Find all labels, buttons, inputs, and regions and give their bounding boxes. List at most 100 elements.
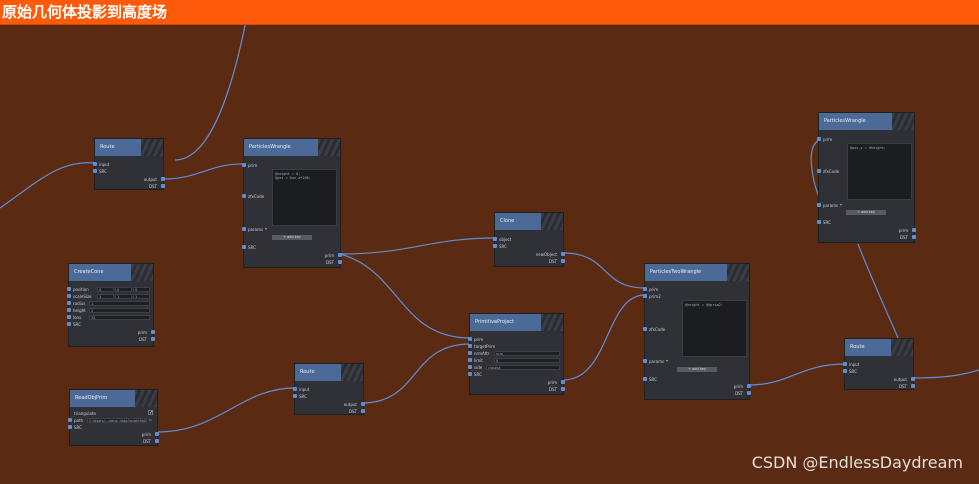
output-port[interactable] [912, 228, 916, 232]
input-port[interactable] [242, 194, 246, 198]
node-route-3[interactable]: Route input SRC output DST [843, 338, 915, 390]
input-port[interactable] [643, 294, 647, 298]
input-port[interactable] [643, 359, 647, 363]
input-port[interactable] [67, 301, 71, 305]
output-port[interactable] [151, 337, 155, 341]
triangulate-checkbox[interactable]: ✓ [148, 410, 153, 416]
position-y-field[interactable]: 0 [115, 287, 132, 292]
node-particles-wrangle-2[interactable]: ParticlesWrangle prim @pos.y = @height; … [817, 112, 916, 243]
add-key-button[interactable]: + add key [272, 235, 312, 240]
output-port[interactable] [338, 253, 342, 257]
input-port[interactable] [643, 377, 647, 381]
side-select[interactable]: closest [486, 365, 560, 370]
folder-icon[interactable]: ▫ [149, 417, 152, 422]
input-port[interactable] [293, 394, 297, 398]
input-port[interactable] [242, 227, 246, 231]
node-header[interactable]: Route [295, 364, 363, 381]
input-port[interactable] [468, 337, 472, 341]
input-port[interactable] [468, 372, 472, 376]
output-port[interactable] [155, 439, 159, 443]
output-port[interactable] [155, 432, 159, 436]
position-z-field[interactable]: 0 [133, 287, 150, 292]
node-create-cone[interactable]: CreateCone position 0 0 0 scaleSize 1 1 … [67, 263, 155, 347]
node-route-2[interactable]: Route input SRC output DST [293, 363, 365, 415]
node-header[interactable]: ReadObjPrim [70, 390, 157, 407]
node-header[interactable]: ParticlesWrangle [819, 113, 914, 130]
zfx-code-editor[interactable]: @pos.y = @height; [847, 143, 912, 200]
output-port[interactable] [561, 387, 565, 391]
input-port[interactable] [93, 169, 97, 173]
node-primitive-project[interactable]: PrimitiveProject prim targetPrim nrmAttr… [468, 313, 565, 395]
input-port[interactable] [817, 169, 821, 173]
output-port[interactable] [912, 235, 916, 239]
node-route-1[interactable]: Route input SRC output DST [93, 138, 165, 190]
node-header[interactable]: CreateCone [69, 264, 153, 281]
node-graph-canvas[interactable]: Route input SRC output DST ParticlesWran… [0, 0, 979, 484]
output-port[interactable] [161, 184, 165, 188]
input-port[interactable] [843, 369, 847, 373]
input-port[interactable] [817, 203, 821, 207]
output-port[interactable] [747, 384, 751, 388]
node-header[interactable]: Route [845, 339, 913, 356]
position-x-field[interactable]: 0 [97, 287, 114, 292]
node-header[interactable]: PrimitiveProject [470, 314, 563, 331]
path-field[interactable]: C:/Users/.../zeno_data/heightfield.obj [87, 418, 147, 423]
output-port[interactable] [361, 409, 365, 413]
input-port[interactable] [242, 163, 246, 167]
input-port[interactable] [93, 162, 97, 166]
output-port[interactable] [361, 402, 365, 406]
scale-x-field[interactable]: 1 [97, 294, 114, 299]
node-header[interactable]: Route [95, 139, 163, 156]
node-particles-wrangle-1[interactable]: ParticlesWrangle prim @height = 0; @pos … [242, 138, 342, 268]
scale-z-field[interactable]: 1 [133, 294, 150, 299]
output-port[interactable] [561, 380, 565, 384]
input-port[interactable] [817, 220, 821, 224]
input-port[interactable] [67, 315, 71, 319]
params-dropdown[interactable]: ▾ [666, 358, 668, 363]
params-dropdown[interactable]: ▾ [265, 226, 267, 231]
nrm-attr-field[interactable]: nrm [494, 351, 560, 356]
input-port[interactable] [242, 245, 246, 249]
add-key-button[interactable]: + add key [846, 210, 886, 215]
node-header[interactable]: ParticlesTwoWrangle [645, 264, 749, 281]
scale-y-field[interactable]: 1 [115, 294, 132, 299]
output-port[interactable] [161, 177, 165, 181]
output-port[interactable] [911, 377, 915, 381]
zfx-code-editor[interactable]: @height = @@prim2; [682, 300, 747, 357]
output-port[interactable] [911, 384, 915, 388]
output-port[interactable] [561, 259, 565, 263]
input-port[interactable] [293, 387, 297, 391]
node-header[interactable]: ParticlesWrangle [244, 139, 340, 156]
input-port[interactable] [493, 237, 497, 241]
input-port[interactable] [468, 351, 472, 355]
add-key-button[interactable]: + add key [677, 367, 717, 372]
input-port[interactable] [643, 287, 647, 291]
params-dropdown[interactable]: ▾ [840, 202, 842, 207]
input-port[interactable] [468, 365, 472, 369]
input-port[interactable] [67, 308, 71, 312]
input-port[interactable] [643, 327, 647, 331]
input-port[interactable] [67, 322, 71, 326]
input-port[interactable] [468, 344, 472, 348]
node-header[interactable]: Clone [495, 213, 563, 230]
node-particles-two-wrangle[interactable]: ParticlesTwoWrangle prim prim2 @height =… [643, 263, 751, 400]
output-port[interactable] [151, 330, 155, 334]
zfx-code-editor[interactable]: @height = 0; @pos = @uv.x*100; [272, 169, 337, 226]
output-port[interactable] [561, 252, 565, 256]
input-port[interactable] [493, 244, 497, 248]
input-port[interactable] [843, 362, 847, 366]
input-port[interactable] [817, 137, 821, 141]
input-port[interactable] [67, 287, 71, 291]
limit-field[interactable]: 0 [494, 358, 560, 363]
input-port[interactable] [468, 358, 472, 362]
output-port[interactable] [747, 391, 751, 395]
lons-field[interactable]: 32 [89, 315, 150, 320]
radius-field[interactable]: 1 [89, 301, 150, 306]
input-port[interactable] [68, 418, 72, 422]
node-read-obj-prim[interactable]: ReadObjPrim triangulate ✓ path C:/Users/… [68, 389, 159, 446]
node-clone[interactable]: Clone object SRC newObject DST [493, 212, 565, 267]
input-port[interactable] [67, 294, 71, 298]
output-port[interactable] [338, 260, 342, 264]
input-port[interactable] [68, 425, 72, 429]
height-field[interactable]: 2 [89, 308, 150, 313]
